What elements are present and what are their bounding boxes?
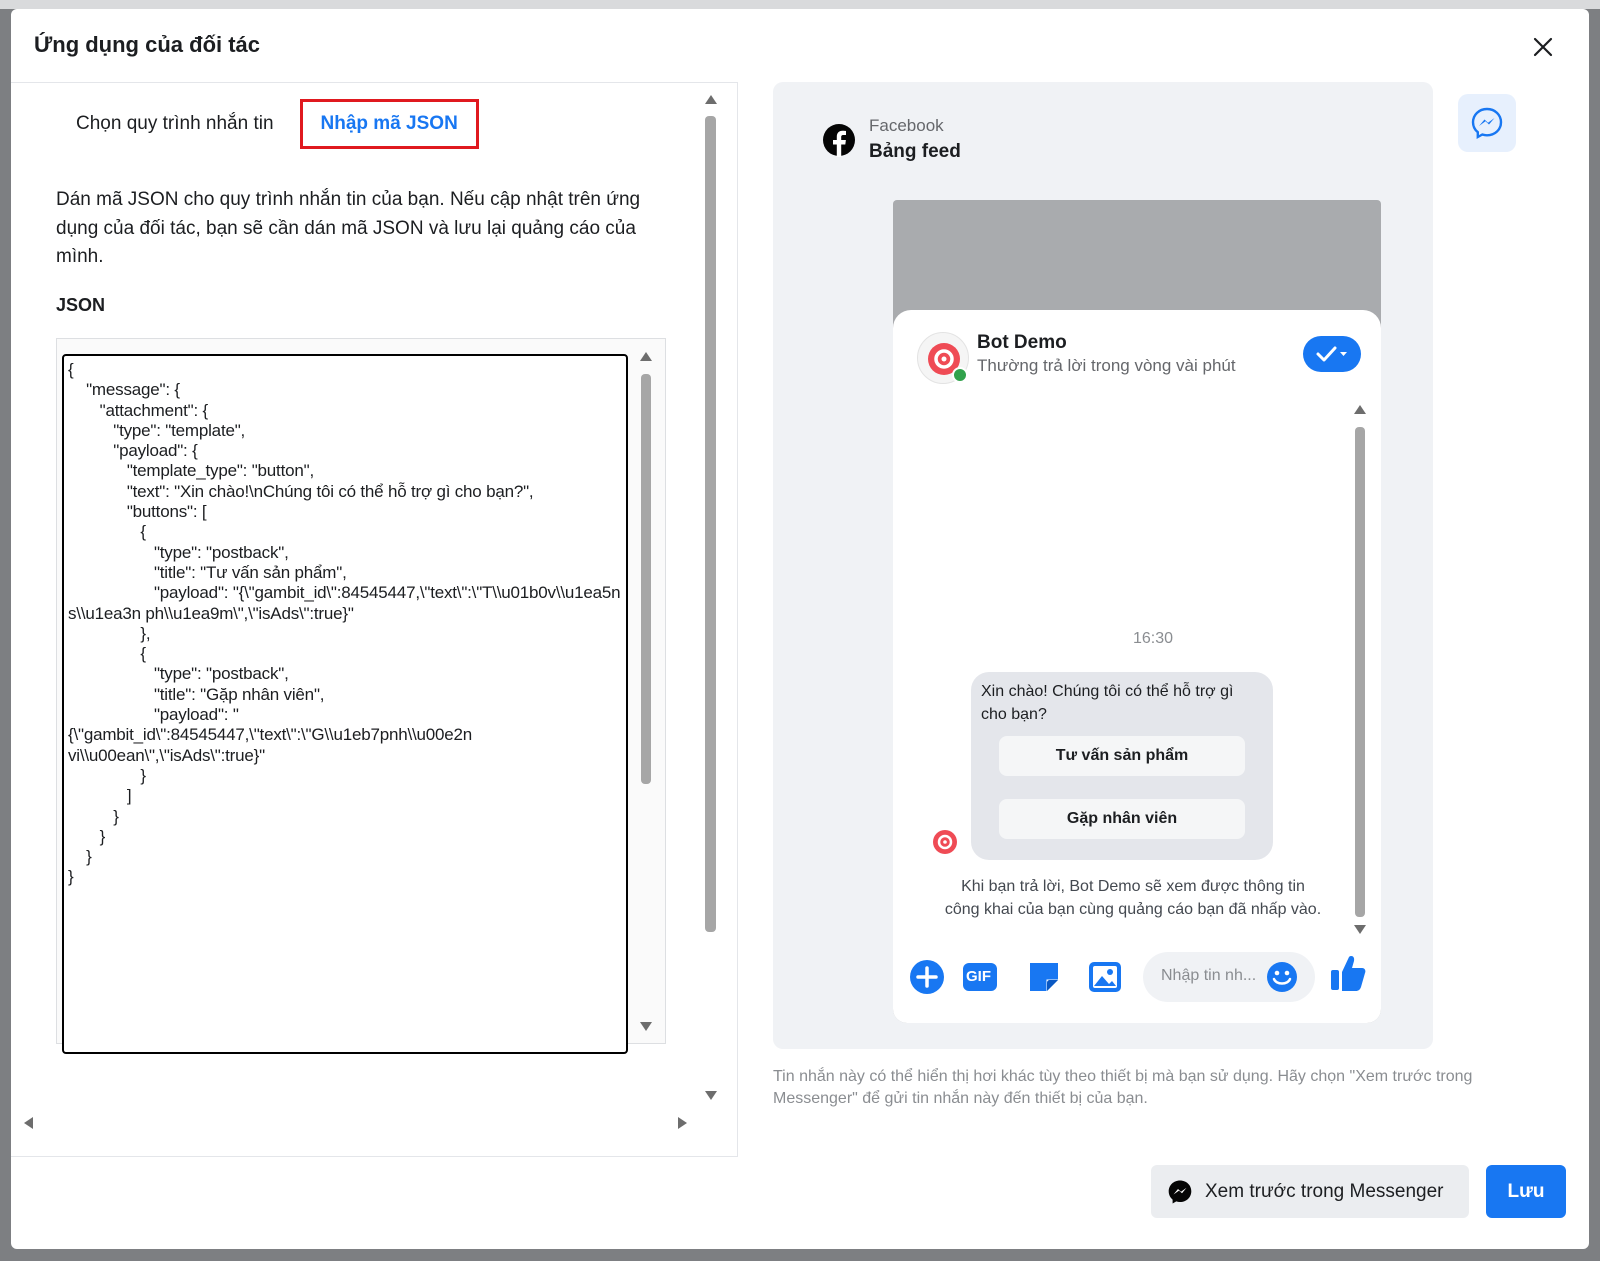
plus-icon[interactable]: [908, 958, 946, 996]
checkmark-icon: [1316, 346, 1347, 362]
bot-small-avatar-icon: [933, 830, 957, 854]
panel-scroll-up-icon[interactable]: [705, 95, 717, 104]
json-textarea-scrollbar[interactable]: [635, 344, 657, 1034]
bot-name: Bot Demo: [977, 332, 1067, 353]
panel-scroll-left-icon[interactable]: [24, 1117, 33, 1129]
background-app: [0, 0, 1600, 9]
chat-scroll-down-icon[interactable]: [1354, 925, 1366, 934]
verify-dropdown-button[interactable]: [1303, 336, 1361, 372]
preview-in-messenger-label: Xem trước trong Messenger: [1205, 1180, 1444, 1202]
phone-mockup: Bot Demo Thường trả lời trong vòng vài p…: [893, 200, 1381, 1023]
close-icon: [1533, 37, 1553, 57]
preview-placement: Bảng feed: [869, 141, 961, 162]
bot-status: Thường trả lời trong vòng vài phút: [977, 356, 1236, 375]
like-icon[interactable]: [1328, 952, 1368, 994]
message-timestamp: 16:30: [1133, 630, 1174, 647]
messenger-icon: [1471, 107, 1503, 140]
json-editor-frame: { "message": { "attachment": { "type": "…: [56, 338, 666, 1054]
sticker-icon[interactable]: [1025, 958, 1063, 996]
chat-scroll-up-icon[interactable]: [1354, 405, 1366, 414]
flow-tabs: Chọn quy trình nhắn tin Nhập mã JSON: [56, 99, 479, 149]
scroll-down-icon[interactable]: [640, 1022, 652, 1031]
json-field-label: JSON: [56, 295, 106, 315]
messenger-preview-side-button[interactable]: [1458, 94, 1516, 152]
bot-message-text: Xin chào! Chúng tôi có thể hỗ trợ gì cho…: [981, 683, 1234, 723]
bot-message-bubble: Xin chào! Chúng tôi có thể hỗ trợ gì cho…: [971, 672, 1273, 860]
messenger-icon: [1168, 1180, 1192, 1203]
gif-label: GIF: [966, 968, 991, 985]
dialog-header: Ứng dụng của đối tác: [11, 9, 1589, 83]
facebook-logo-icon: [823, 124, 855, 157]
tab-choose-flow[interactable]: Chọn quy trình nhắn tin: [56, 101, 294, 147]
preview-source: Facebook: [869, 116, 944, 135]
panel-scroll-down-icon[interactable]: [705, 1091, 717, 1100]
photo-icon[interactable]: [1086, 958, 1124, 996]
bot-logo-icon: [928, 343, 968, 383]
partner-app-dialog: Ứng dụng của đối tác Chọn quy trình nhắn…: [11, 9, 1589, 1249]
gif-icon[interactable]: GIF: [961, 958, 999, 996]
scroll-thumb[interactable]: [641, 374, 651, 784]
ad-preview: Facebook Bảng feed Bot Demo Thường trả l…: [773, 82, 1433, 1049]
tab-enter-json[interactable]: Nhập mã JSON: [299, 99, 479, 149]
meet-staff-button[interactable]: Gặp nhân viên: [999, 799, 1245, 839]
close-button[interactable]: [1527, 31, 1559, 63]
dialog-title: Ứng dụng của đối tác: [34, 32, 261, 57]
save-button[interactable]: Lưu: [1486, 1165, 1566, 1218]
privacy-note: Khi bạn trả lời, Bot Demo sẽ xem được th…: [944, 878, 1322, 918]
preview-note: Tin nhắn này có thể hiển thị hơi khác tù…: [773, 1068, 1473, 1107]
panel-scroll-right-icon[interactable]: [678, 1117, 687, 1129]
panel-scroll-thumb[interactable]: [705, 116, 716, 932]
messenger-chat: Bot Demo Thường trả lời trong vòng vài p…: [893, 310, 1381, 1023]
json-editor-panel: Chọn quy trình nhắn tin Nhập mã JSON Dán…: [11, 82, 738, 1157]
scroll-up-icon[interactable]: [640, 352, 652, 361]
product-advice-button[interactable]: Tư vấn sản phẩm: [999, 736, 1245, 776]
preview-in-messenger-button[interactable]: Xem trước trong Messenger: [1151, 1165, 1469, 1218]
emoji-icon[interactable]: [1265, 960, 1299, 994]
chat-scroll-thumb[interactable]: [1355, 427, 1365, 917]
json-textarea[interactable]: { "message": { "attachment": { "type": "…: [62, 354, 628, 1054]
bot-avatar: [917, 332, 969, 384]
message-composer: GIF Nhập tin nh...: [893, 950, 1381, 1010]
json-description: Dán mã JSON cho quy trình nhắn tin của b…: [56, 189, 641, 267]
chat-scrollbar[interactable]: [1353, 405, 1369, 940]
